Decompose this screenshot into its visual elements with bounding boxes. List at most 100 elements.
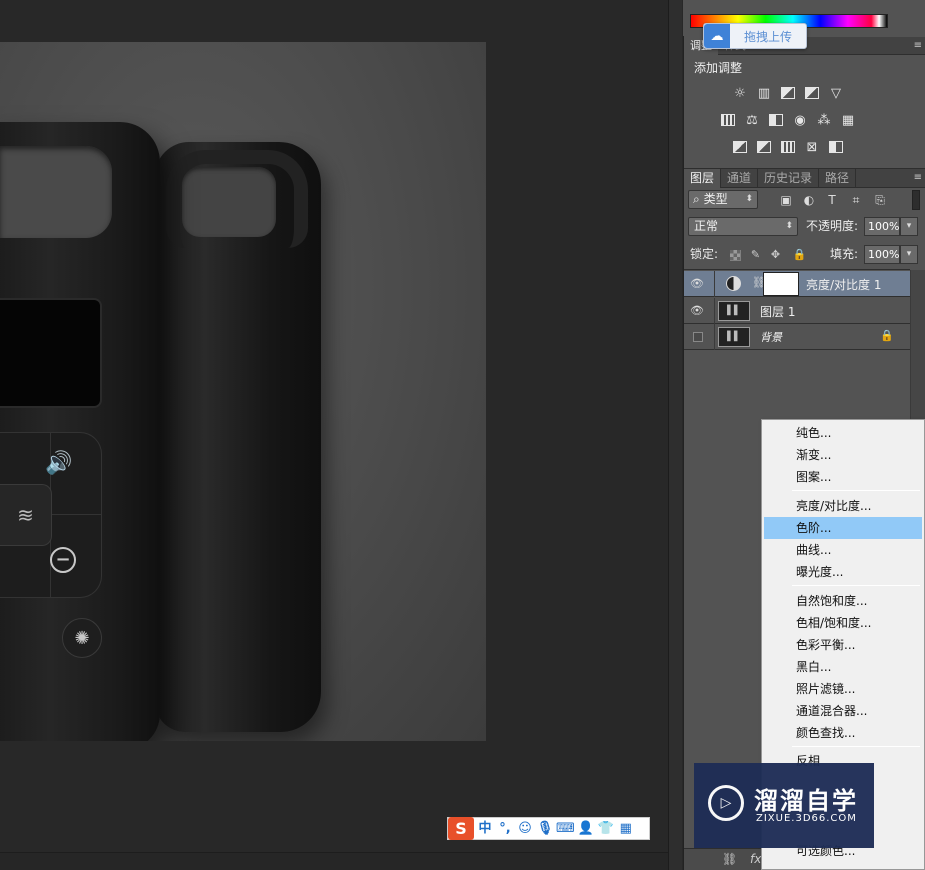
blend-mode-select[interactable]: 正常 ⬍ bbox=[688, 217, 798, 236]
watermark-logo: ▷ 溜溜自学 ZIXUE.3D66.COM bbox=[694, 763, 874, 848]
layer-name: 亮度/对比度 1 bbox=[806, 278, 882, 292]
canvas-workspace[interactable]: ≋ 🔊 − ✺ S 中 °, ☺ 🎙 ⌨ 👤 👕 ▦ bbox=[0, 0, 668, 870]
menu-item-gradient[interactable]: 渐变... bbox=[764, 444, 922, 466]
microphone-icon[interactable]: 🎙 bbox=[536, 819, 554, 839]
eye-icon[interactable]: 👁 bbox=[689, 276, 705, 292]
adjustment-layer-icon bbox=[726, 276, 741, 291]
hue-saturation-icon[interactable] bbox=[719, 111, 737, 129]
layer-name: 背景 bbox=[760, 331, 782, 344]
filter-pixel-icon[interactable]: ▣ bbox=[778, 192, 794, 208]
fill-input[interactable]: 100% bbox=[864, 245, 900, 264]
menu-item-levels[interactable]: 色阶... bbox=[764, 517, 922, 539]
posterize-icon[interactable] bbox=[755, 138, 773, 156]
lock-brush-icon[interactable]: ✎ bbox=[748, 247, 763, 262]
eye-icon[interactable]: 👁 bbox=[689, 303, 705, 319]
tab-paths[interactable]: 路径 bbox=[819, 168, 857, 188]
ime-mode-toggle[interactable]: 中 bbox=[476, 819, 494, 839]
tab-channels[interactable]: 通道 bbox=[721, 168, 759, 188]
filter-adjustment-icon[interactable]: ◐ bbox=[801, 192, 817, 208]
link-layers-icon[interactable]: ⛓ bbox=[722, 852, 737, 866]
ime-toolbar[interactable]: S 中 °, ☺ 🎙 ⌨ 👤 👕 ▦ bbox=[447, 817, 650, 840]
black-white-icon[interactable] bbox=[767, 111, 785, 129]
layer-filter-select[interactable]: ⌕ 类型 ⬍ bbox=[688, 190, 758, 209]
divider bbox=[714, 324, 715, 350]
lock-icon: 🔒 bbox=[880, 329, 894, 342]
panel-menu-icon[interactable]: ≡ bbox=[914, 169, 922, 187]
lightbulb-icon: ✺ bbox=[62, 618, 102, 658]
photo-filter-icon[interactable]: ◉ bbox=[791, 111, 809, 129]
menu-item-photo-filter[interactable]: 照片滤镜... bbox=[764, 678, 922, 700]
layer-filter-row: ⌕ 类型 ⬍ ▣ ◐ T ⌗ ⎘ bbox=[688, 190, 920, 210]
document-canvas[interactable]: ≋ 🔊 − ✺ bbox=[0, 42, 486, 741]
tab-layers[interactable]: 图层 bbox=[684, 168, 722, 188]
layer-thumbnail: ▌▌ bbox=[718, 327, 750, 347]
opacity-input[interactable]: 100% bbox=[864, 217, 900, 236]
filter-smart-object-icon[interactable]: ⎘ bbox=[872, 192, 888, 208]
horizontal-scrollbar[interactable] bbox=[0, 852, 668, 870]
invert-icon[interactable] bbox=[731, 138, 749, 156]
tab-history[interactable]: 历史记录 bbox=[758, 168, 820, 188]
menu-item-exposure[interactable]: 曝光度... bbox=[764, 561, 922, 583]
menu-item-hue-saturation[interactable]: 色相/饱和度... bbox=[764, 612, 922, 634]
visibility-toggle-off[interactable] bbox=[693, 332, 703, 342]
lock-label: 锁定: bbox=[690, 247, 719, 261]
gradient-map-icon[interactable]: ⊠ bbox=[803, 138, 821, 156]
device-front-handle-hole bbox=[0, 146, 112, 238]
color-lookup-icon[interactable]: ▦ bbox=[839, 111, 857, 129]
exposure-icon[interactable] bbox=[803, 84, 821, 102]
ime-punct-toggle[interactable]: °, bbox=[496, 819, 514, 839]
drag-upload-popup[interactable]: ☁ 拖拽上传 bbox=[703, 23, 807, 49]
divider bbox=[714, 298, 715, 324]
fx-icon[interactable]: fx bbox=[750, 852, 761, 866]
keyboard-icon[interactable]: ⌨ bbox=[556, 819, 575, 839]
vertical-scrollbar[interactable] bbox=[668, 0, 682, 870]
color-balance-icon[interactable]: ⚖ bbox=[743, 111, 761, 129]
panel-menu-icon[interactable]: ≡ bbox=[914, 37, 922, 55]
vibrate-icon: ≋ bbox=[0, 484, 52, 546]
filter-type-icon[interactable]: T bbox=[824, 192, 840, 208]
menu-item-pattern[interactable]: 图案... bbox=[764, 466, 922, 488]
vibrance-icon[interactable]: ▽ bbox=[827, 84, 845, 102]
play-icon: ▷ bbox=[708, 785, 744, 821]
layer-row-brightness-contrast[interactable]: 👁 ⛓ 亮度/对比度 1 bbox=[684, 271, 910, 297]
menu-item-vibrance[interactable]: 自然饱和度... bbox=[764, 590, 922, 612]
filter-shape-icon[interactable]: ⌗ bbox=[848, 192, 864, 208]
lock-all-icon[interactable]: 🔒 bbox=[792, 247, 807, 262]
channel-mixer-icon[interactable]: ⁂ bbox=[815, 111, 833, 129]
menu-item-color-balance[interactable]: 色彩平衡... bbox=[764, 634, 922, 656]
selective-color-icon[interactable] bbox=[827, 138, 845, 156]
layer-mask-thumbnail[interactable] bbox=[763, 272, 799, 296]
threshold-icon[interactable] bbox=[779, 138, 797, 156]
sogou-logo-icon[interactable]: S bbox=[448, 817, 474, 840]
opacity-label: 不透明度: bbox=[806, 219, 859, 233]
user-icon[interactable]: 👤 bbox=[577, 819, 595, 839]
adjustment-icons-row-2: ⚖ ◉ ⁂ ▦ bbox=[719, 111, 857, 129]
filter-toggle-switch[interactable] bbox=[912, 190, 920, 210]
menu-item-brightness-contrast[interactable]: 亮度/对比度... bbox=[764, 495, 922, 517]
layer-row-background[interactable]: ▌▌ 背景 🔒 bbox=[684, 324, 910, 350]
drag-upload-label: 拖拽上传 bbox=[743, 29, 792, 44]
levels-icon[interactable]: ▥ bbox=[755, 84, 773, 102]
toolbox-icon[interactable]: ▦ bbox=[617, 819, 635, 839]
skin-icon[interactable]: 👕 bbox=[597, 819, 615, 839]
divider bbox=[714, 271, 715, 297]
layer-name: 图层 1 bbox=[760, 305, 796, 319]
menu-item-solid-color[interactable]: 纯色... bbox=[764, 422, 922, 444]
curves-icon[interactable] bbox=[779, 84, 797, 102]
speaker-icon: 🔊 bbox=[45, 450, 73, 476]
blend-row: 正常 ⬍ 不透明度: 100% ▾ bbox=[688, 217, 920, 239]
divider bbox=[684, 269, 910, 270]
layer-row-layer-1[interactable]: 👁 ▌▌ 图层 1 bbox=[684, 298, 910, 324]
menu-item-black-white[interactable]: 黑白... bbox=[764, 656, 922, 678]
menu-item-channel-mixer[interactable]: 通道混合器... bbox=[764, 700, 922, 722]
device-screen bbox=[0, 298, 102, 408]
lock-move-icon[interactable]: ✥ bbox=[768, 247, 783, 262]
opacity-dropdown-button[interactable]: ▾ bbox=[900, 217, 918, 236]
emoji-icon[interactable]: ☺ bbox=[516, 819, 534, 839]
menu-item-curves[interactable]: 曲线... bbox=[764, 539, 922, 561]
lock-transparent-icon[interactable] bbox=[730, 250, 741, 261]
fill-dropdown-button[interactable]: ▾ bbox=[900, 245, 918, 264]
chevron-updown-icon: ⬍ bbox=[745, 194, 753, 204]
menu-item-color-lookup[interactable]: 颜色查找... bbox=[764, 722, 922, 744]
brightness-icon[interactable]: ☼ bbox=[731, 84, 749, 102]
